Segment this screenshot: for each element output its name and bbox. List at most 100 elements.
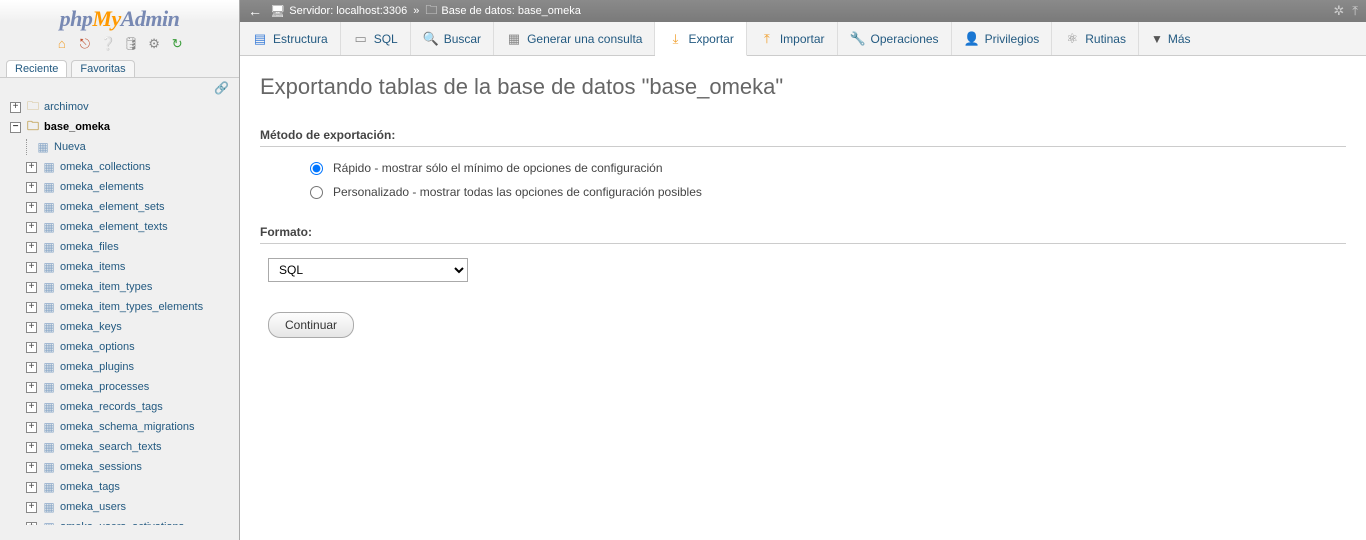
db-node-base-omeka[interactable]: − 🗀 base_omeka xyxy=(4,117,239,137)
database-icon: 🗀 xyxy=(25,97,41,118)
format-select[interactable]: SQL xyxy=(268,258,468,282)
collapse-up-icon[interactable]: ⤒ xyxy=(1352,3,1358,19)
logout-icon[interactable]: ⎋ xyxy=(77,36,93,52)
collapse-icon[interactable]: − xyxy=(10,122,21,133)
expand-icon[interactable]: + xyxy=(26,322,37,333)
table-node[interactable]: +▦omeka_item_types xyxy=(4,277,239,297)
tab-search[interactable]: 🔍 Buscar xyxy=(411,22,494,55)
export-content: Exportando tablas de la base de datos "b… xyxy=(240,56,1366,356)
table-node[interactable]: +▦omeka_schema_migrations xyxy=(4,417,239,437)
expand-icon[interactable]: + xyxy=(26,422,37,433)
table-node[interactable]: +▦omeka_files xyxy=(4,237,239,257)
privileges-icon: 👤 xyxy=(964,31,980,47)
table-node[interactable]: +▦omeka_elements xyxy=(4,177,239,197)
table-node[interactable]: +▦omeka_sessions xyxy=(4,457,239,477)
new-table-node[interactable]: ▦ Nueva xyxy=(4,137,239,157)
expand-icon[interactable]: + xyxy=(26,402,37,413)
tab-label: Generar una consulta xyxy=(527,32,642,46)
expand-icon[interactable]: + xyxy=(26,502,37,513)
table-node[interactable]: +▦omeka_search_texts xyxy=(4,437,239,457)
settings-icon[interactable]: ⚙ xyxy=(146,36,162,52)
expand-icon[interactable]: + xyxy=(26,282,37,293)
go-button[interactable]: Continuar xyxy=(268,312,354,338)
tab-privileges[interactable]: 👤 Privilegios xyxy=(952,22,1053,55)
radio-custom-input[interactable] xyxy=(310,186,323,199)
phpmyadmin-logo[interactable]: phpMyAdmin xyxy=(0,0,239,34)
expand-icon[interactable]: + xyxy=(26,342,37,353)
expand-icon[interactable]: + xyxy=(26,242,37,253)
tab-import[interactable]: ⤒ Importar xyxy=(747,22,838,55)
tab-label: Importar xyxy=(780,32,825,46)
tab-label: Buscar xyxy=(444,32,481,46)
tab-more[interactable]: ▼ Más xyxy=(1139,22,1203,55)
expand-icon[interactable]: + xyxy=(26,162,37,173)
table-node[interactable]: +▦omeka_tags xyxy=(4,477,239,497)
table-node[interactable]: +▦omeka_users xyxy=(4,497,239,517)
table-node[interactable]: +▦omeka_element_sets xyxy=(4,197,239,217)
table-icon: ▦ xyxy=(41,360,57,374)
crumb-db-label: Base de datos: base_omeka xyxy=(441,5,580,17)
expand-icon[interactable]: + xyxy=(26,222,37,233)
tab-routines[interactable]: ⚛ Rutinas xyxy=(1052,22,1139,55)
tab-structure[interactable]: ▤ Estructura xyxy=(240,22,341,55)
expand-icon[interactable]: + xyxy=(26,382,37,393)
export-method-label: Método de exportación: xyxy=(260,128,1346,147)
table-label: omeka_processes xyxy=(60,381,149,393)
tab-sql[interactable]: ▭ SQL xyxy=(341,22,411,55)
table-label: omeka_records_tags xyxy=(60,401,163,413)
sidebar-toolbar: ⌂ ⎋ ❔ 🛢 ⚙ ↻ xyxy=(0,34,239,56)
tree-line xyxy=(26,139,32,155)
nav-back-icon[interactable]: ← xyxy=(248,3,262,19)
table-node[interactable]: +▦omeka_keys xyxy=(4,317,239,337)
docs-icon[interactable]: ❔ xyxy=(100,36,116,52)
expand-icon[interactable]: + xyxy=(26,482,37,493)
table-node[interactable]: +▦omeka_records_tags xyxy=(4,397,239,417)
crumb-server[interactable]: 🖥 Servidor: localhost:3306 xyxy=(270,4,407,18)
home-icon[interactable]: ⌂ xyxy=(54,36,70,52)
expand-icon[interactable]: + xyxy=(26,442,37,453)
expand-icon[interactable]: + xyxy=(26,262,37,273)
expand-icon[interactable]: + xyxy=(26,302,37,313)
db-label: archimov xyxy=(44,101,89,113)
gear-icon[interactable]: ✲ xyxy=(1333,3,1344,19)
expand-icon[interactable]: + xyxy=(26,182,37,193)
table-icon: ▦ xyxy=(41,520,57,525)
reload-icon[interactable]: ↻ xyxy=(169,36,185,52)
tab-recent[interactable]: Reciente xyxy=(6,60,67,77)
logo-part-my: My xyxy=(92,6,120,31)
expand-icon[interactable]: + xyxy=(26,202,37,213)
table-label: omeka_options xyxy=(60,341,135,353)
table-node[interactable]: +▦omeka_users_activations xyxy=(4,517,239,525)
sql-docs-icon[interactable]: 🛢 xyxy=(123,36,139,52)
new-label: Nueva xyxy=(54,141,86,153)
tab-operations[interactable]: 🔧 Operaciones xyxy=(838,22,952,55)
table-node[interactable]: +▦omeka_plugins xyxy=(4,357,239,377)
table-node[interactable]: +▦omeka_element_texts xyxy=(4,217,239,237)
table-node[interactable]: +▦omeka_items xyxy=(4,257,239,277)
breadcrumb: ← 🖥 Servidor: localhost:3306 » 🗀 Base de… xyxy=(240,0,1366,22)
radio-custom[interactable]: Personalizado - mostrar todas las opcion… xyxy=(310,185,1346,199)
operations-icon: 🔧 xyxy=(850,31,866,47)
expand-icon[interactable]: + xyxy=(26,522,37,526)
export-icon: ⤓ xyxy=(667,31,683,47)
crumb-database[interactable]: 🗀 Base de datos: base_omeka xyxy=(425,1,580,22)
expand-icon[interactable]: + xyxy=(26,362,37,373)
tab-export[interactable]: ⤓ Exportar xyxy=(655,22,746,56)
expand-icon[interactable]: + xyxy=(26,462,37,473)
table-label: omeka_item_types_elements xyxy=(60,301,203,313)
table-node[interactable]: +▦omeka_item_types_elements xyxy=(4,297,239,317)
table-node[interactable]: +▦omeka_options xyxy=(4,337,239,357)
database-icon: 🗀 xyxy=(25,117,41,138)
tab-favorites[interactable]: Favoritas xyxy=(71,60,134,77)
collapse-link-icon[interactable]: 🔗 xyxy=(0,78,239,95)
search-icon: 🔍 xyxy=(423,31,439,47)
table-node[interactable]: +▦omeka_collections xyxy=(4,157,239,177)
radio-quick[interactable]: Rápido - mostrar sólo el mínimo de opcio… xyxy=(310,161,1346,175)
table-icon: ▦ xyxy=(41,380,57,394)
tab-qbe[interactable]: ▦ Generar una consulta xyxy=(494,22,655,55)
expand-icon[interactable]: + xyxy=(10,102,21,113)
table-node[interactable]: + ▦omeka_processes xyxy=(4,377,239,397)
radio-quick-input[interactable] xyxy=(310,162,323,175)
db-node-archimov[interactable]: + 🗀 archimov xyxy=(4,97,239,117)
table-icon: ▦ xyxy=(41,240,57,254)
